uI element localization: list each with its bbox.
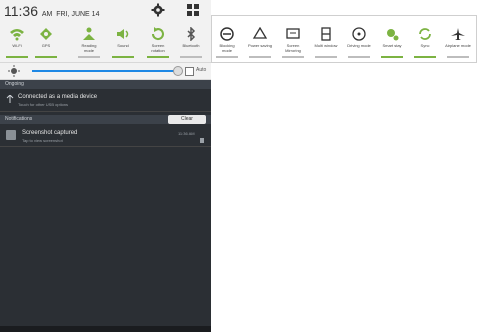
toggle-sync-label: Sync <box>420 43 430 48</box>
multi-window-icon <box>321 27 331 41</box>
ongoing-subtitle: Touch for other USB options <box>18 102 69 107</box>
toggle-screen-mirroring-label: Screen Mirroring <box>285 43 301 53</box>
toggle-bluetooth[interactable]: Bluetooth <box>178 22 204 60</box>
quick-settings-toggles: Wi-Fi GPS Reading mode Sound Screen rota… <box>0 22 211 63</box>
auto-brightness-checkbox[interactable] <box>185 67 194 76</box>
screenshot-thumbnail-icon <box>6 130 16 140</box>
brightness-slider-thumb[interactable] <box>173 66 183 76</box>
toggle-screen-mirroring[interactable]: Screen Mirroring <box>280 22 306 60</box>
toggle-state-bar <box>147 56 169 58</box>
toggle-smart-stay-label: Smart stay <box>382 43 402 48</box>
settings-gear-icon[interactable] <box>150 2 166 18</box>
toggle-state-bar <box>249 56 271 58</box>
toggle-blocking-mode-label: Blocking mode <box>219 43 235 53</box>
toggle-state-bar <box>180 56 202 58</box>
screenshot-time: 11:36 AM <box>178 131 195 136</box>
ongoing-title: Connected as a media device <box>18 94 98 100</box>
ongoing-usb-notification[interactable]: Connected as a media device Touch for ot… <box>0 89 211 112</box>
power-saving-icon <box>252 27 268 39</box>
ongoing-header: Ongoing <box>0 80 211 89</box>
brightness-icon <box>8 65 20 77</box>
screenshot-subtitle: Tap to view screenshot <box>22 138 63 143</box>
toggle-multi-window[interactable]: Multi window <box>313 22 339 60</box>
toggle-state-bar <box>112 56 134 58</box>
extended-quick-settings: Blocking mode Power saving Screen Mirror… <box>211 15 477 63</box>
toggle-gps[interactable]: GPS <box>33 22 59 60</box>
screen-mirroring-icon <box>286 28 300 39</box>
toggle-state-bar <box>78 56 100 58</box>
toggle-state-bar <box>348 56 370 58</box>
notification-shade: 11:36 AM FRI, JUNE 14 Wi-Fi GPS Reading … <box>0 0 211 332</box>
notifications-header: Notifications Clear <box>0 115 211 124</box>
notifications-header-label: Notifications <box>5 116 33 122</box>
driving-mode-icon <box>352 27 366 41</box>
ongoing-header-label: Ongoing <box>5 81 24 87</box>
clock: 11:36 AM FRI, JUNE 14 <box>4 3 99 19</box>
airplane-mode-icon <box>451 28 465 40</box>
bluetooth-icon <box>187 27 196 41</box>
toggle-blocking-mode[interactable]: Blocking mode <box>214 22 240 60</box>
time-text: 11:36 <box>4 3 38 19</box>
toggle-smart-stay[interactable]: Smart stay <box>379 22 405 60</box>
delete-icon[interactable] <box>199 137 205 143</box>
toggle-sync[interactable]: Sync <box>412 22 438 60</box>
toggle-bluetooth-label: Bluetooth <box>182 43 200 48</box>
wifi-icon <box>10 29 24 41</box>
status-bar: 11:36 AM FRI, JUNE 14 <box>0 0 211 22</box>
toggle-airplane-mode-label: Airplane mode <box>445 43 471 48</box>
reading-mode-icon <box>83 27 95 40</box>
brightness-control: Auto <box>0 63 211 80</box>
sound-icon <box>117 29 129 39</box>
ampm-text: AM <box>41 11 53 18</box>
screenshot-notification[interactable]: Screenshot captured Tap to view screensh… <box>0 126 211 147</box>
usb-icon <box>6 95 14 103</box>
clear-button[interactable]: Clear <box>168 115 206 124</box>
toggle-state-bar <box>216 56 238 58</box>
sync-icon <box>419 28 431 40</box>
toggle-state-bar <box>381 56 403 58</box>
toggle-state-bar <box>6 56 28 58</box>
toggle-state-bar <box>414 56 436 58</box>
toggle-driving-mode[interactable]: Driving mode <box>346 22 372 60</box>
toggle-state-bar <box>35 56 57 58</box>
toggle-power-saving-label: Power saving <box>247 43 272 48</box>
screenshot-title: Screenshot captured <box>22 130 78 136</box>
toggle-power-saving[interactable]: Power saving <box>247 22 273 60</box>
gps-icon <box>40 28 52 40</box>
toggle-screen-rotation[interactable]: Screen rotation <box>145 22 171 60</box>
screen-rotation-icon <box>151 27 164 41</box>
toggle-wifi-label: Wi-Fi <box>12 43 22 48</box>
auto-brightness-label: Auto <box>196 67 207 73</box>
toggle-multi-window-label: Multi window <box>314 43 338 48</box>
toggle-sound[interactable]: Sound <box>110 22 136 60</box>
toggle-airplane-mode[interactable]: Airplane mode <box>445 22 471 60</box>
toggle-reading-mode[interactable]: Reading mode <box>76 22 102 60</box>
toggle-gps-label: GPS <box>41 43 51 48</box>
toggle-reading-mode-label: Reading mode <box>81 43 97 53</box>
toggle-driving-mode-label: Driving mode <box>347 43 371 48</box>
smart-stay-icon <box>387 29 399 41</box>
toggle-sound-label: Sound <box>117 43 129 48</box>
toggle-state-bar <box>447 56 469 58</box>
toggle-state-bar <box>282 56 304 58</box>
grid-view-icon[interactable] <box>185 2 201 18</box>
brightness-slider-track[interactable] <box>32 70 180 72</box>
toggle-state-bar <box>315 56 337 58</box>
toggle-screen-rotation-label: Screen rotation <box>151 43 165 53</box>
toggle-wifi[interactable]: Wi-Fi <box>4 22 30 60</box>
blocking-mode-icon <box>220 27 234 41</box>
date-text: FRI, JUNE 14 <box>56 11 100 18</box>
shade-footer <box>0 326 211 332</box>
